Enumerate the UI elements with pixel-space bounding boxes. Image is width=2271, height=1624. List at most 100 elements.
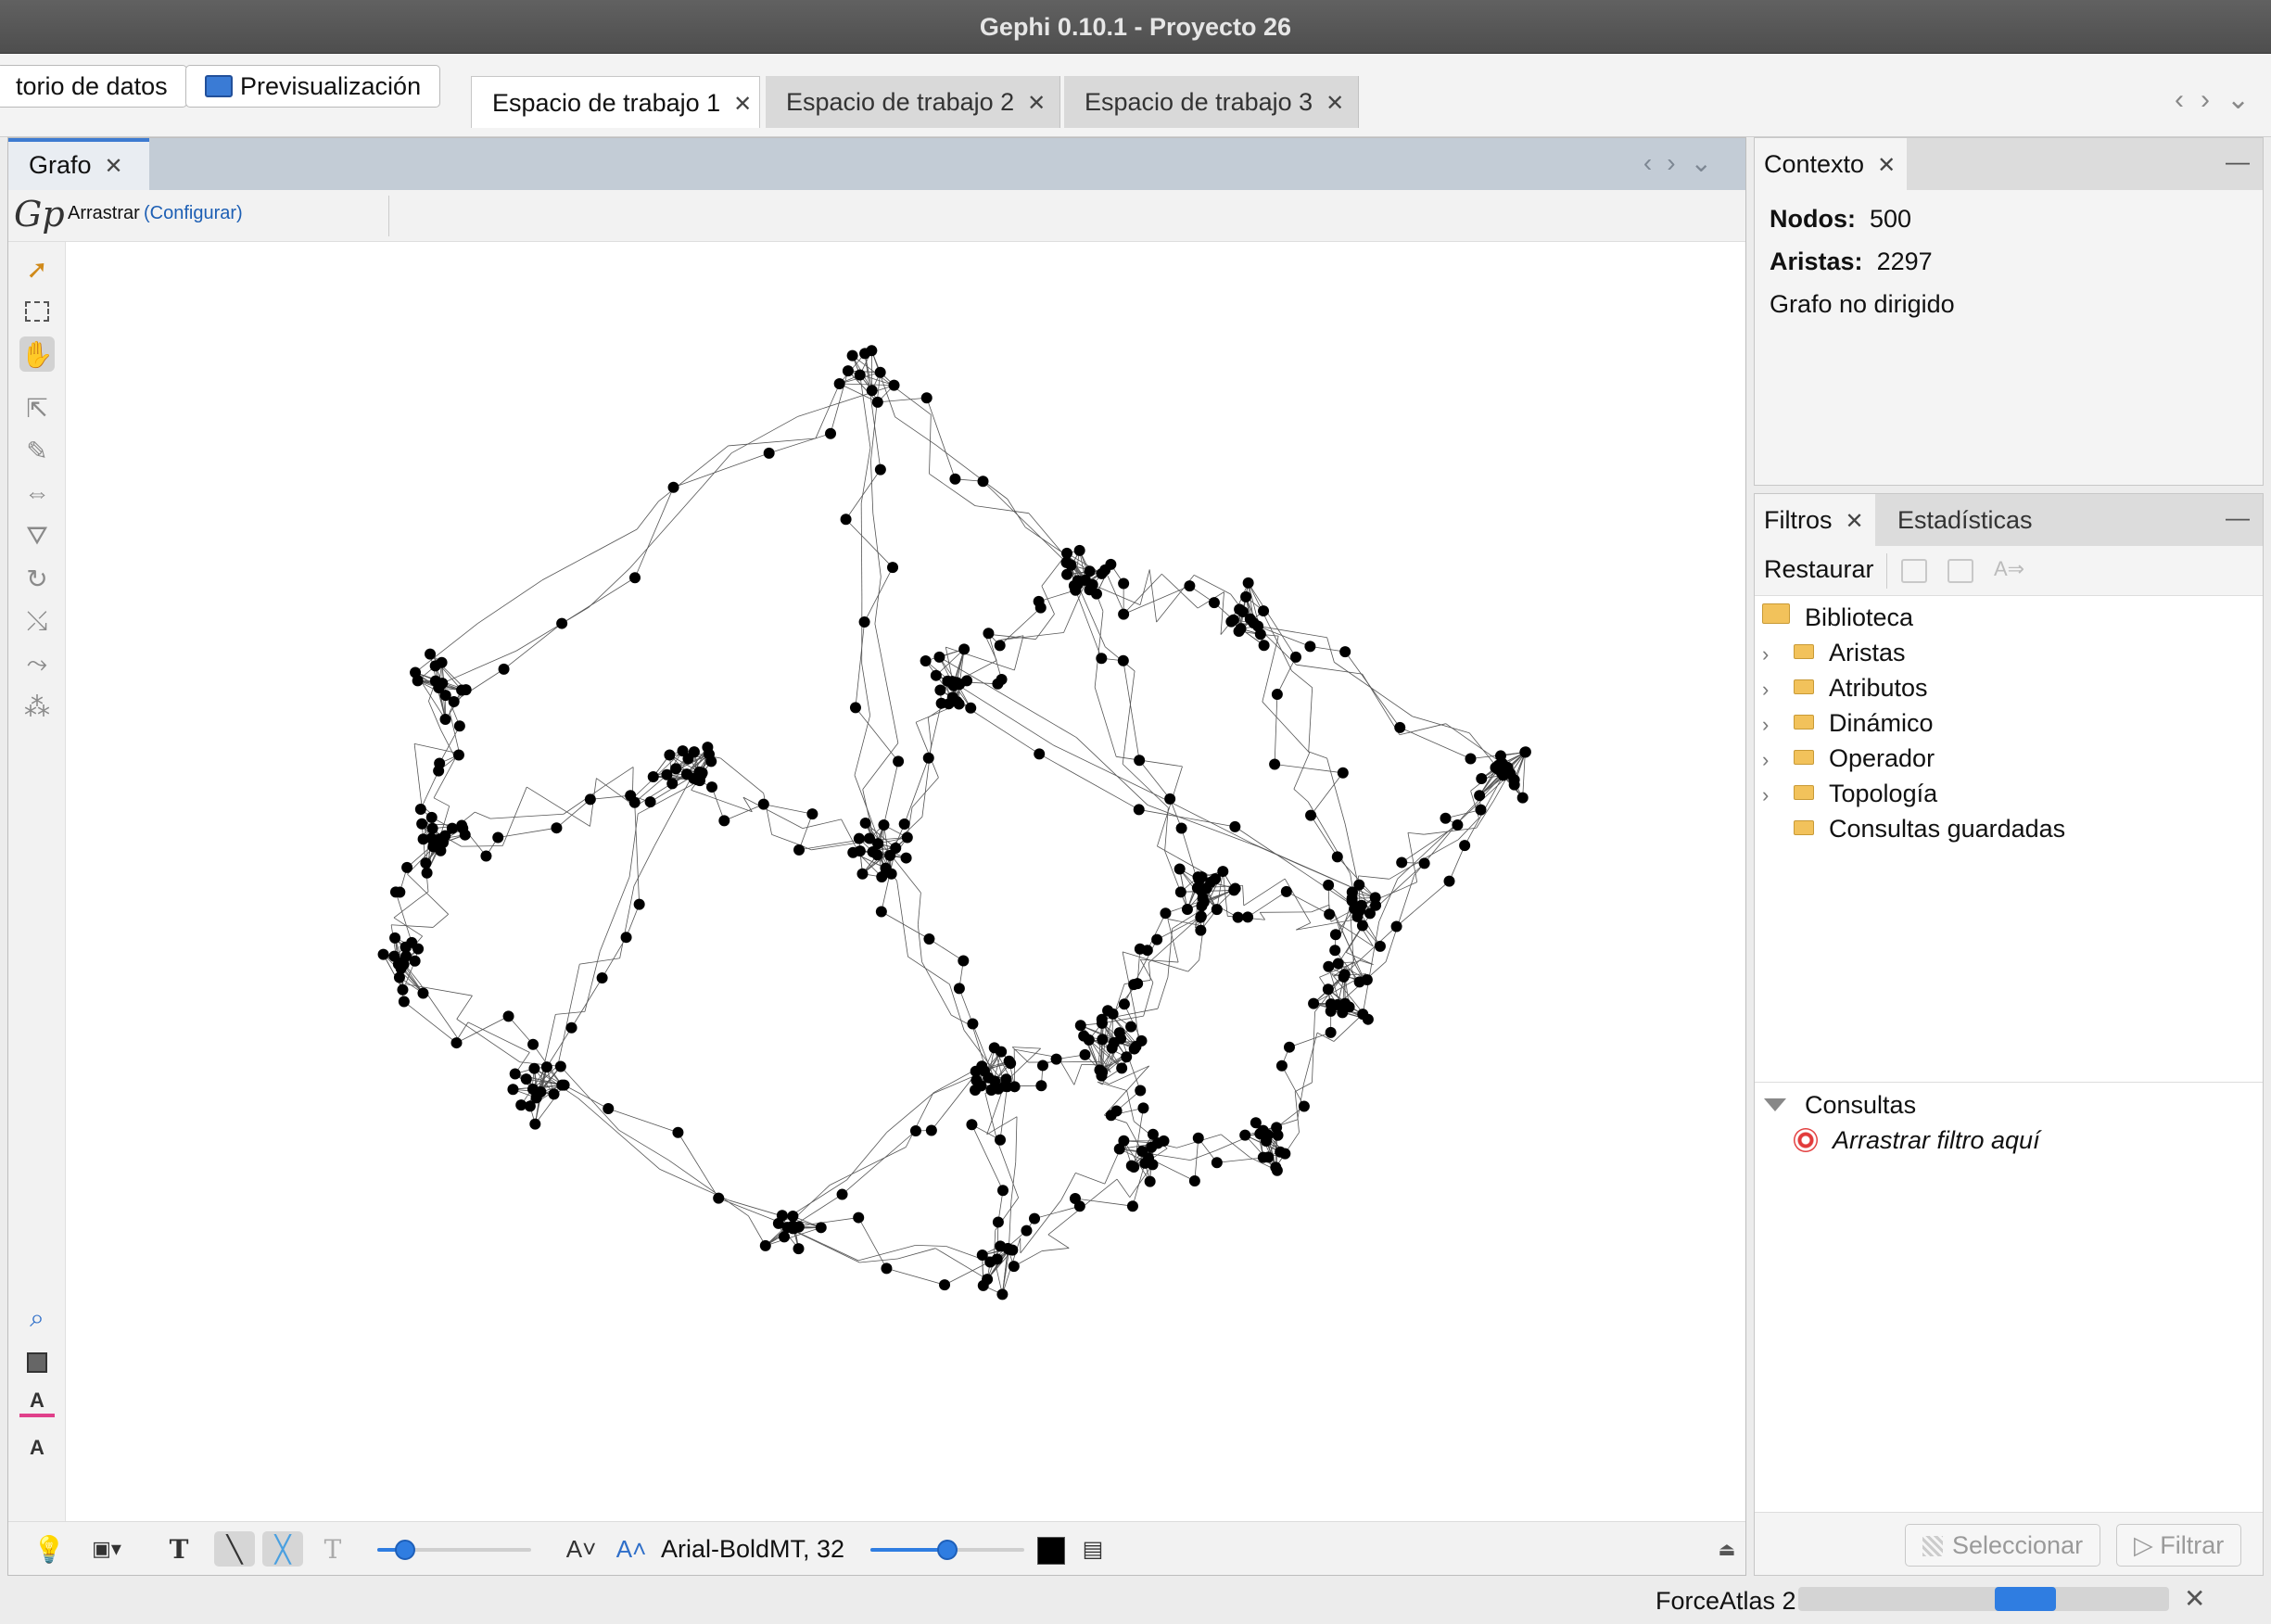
graph-node[interactable] <box>1060 556 1072 568</box>
graph-node[interactable] <box>1331 851 1343 863</box>
show-labels-icon[interactable]: T <box>160 1531 197 1567</box>
expand-toolbar-icon[interactable]: ⏏ <box>1714 1531 1740 1567</box>
library-item-dynamic[interactable]: › Dinámico <box>1762 709 1934 738</box>
graph-node[interactable] <box>1192 1132 1204 1144</box>
graph-node[interactable] <box>644 796 656 808</box>
graph-node[interactable] <box>1516 792 1529 804</box>
graph-node[interactable] <box>492 831 504 844</box>
edge-color-icon[interactable]: ╳ <box>262 1531 303 1567</box>
cancel-layout-icon[interactable]: ✕ <box>2184 1583 2205 1614</box>
pointer-arrow-icon[interactable]: ➚ <box>19 251 55 286</box>
library-item-attributes[interactable]: › Atributos <box>1762 674 1928 703</box>
graph-node[interactable] <box>661 768 673 780</box>
graph-node[interactable] <box>920 654 932 666</box>
filter-button[interactable]: ▷ Filtrar <box>2116 1524 2242 1567</box>
graph-node[interactable] <box>1338 971 1350 983</box>
graph-node[interactable] <box>551 822 563 834</box>
graph-node[interactable] <box>976 1249 988 1261</box>
font-size-up-icon[interactable]: A˄ <box>615 1531 648 1567</box>
graph-node[interactable] <box>1005 1058 1017 1070</box>
graph-node[interactable] <box>1272 1129 1284 1141</box>
graph-node[interactable] <box>1284 1041 1296 1053</box>
graph-node[interactable] <box>978 1065 990 1077</box>
graph-node[interactable] <box>664 749 676 761</box>
graph-node[interactable] <box>1105 558 1117 570</box>
graph-node[interactable] <box>438 837 450 849</box>
graph-node[interactable] <box>1239 1129 1251 1141</box>
graph-node[interactable] <box>1304 641 1316 653</box>
graph-node[interactable] <box>704 748 716 760</box>
graph-node[interactable] <box>1136 1034 1148 1047</box>
graph-node[interactable] <box>425 832 438 844</box>
graph-node[interactable] <box>1126 1200 1138 1212</box>
graph-node[interactable] <box>1121 1051 1133 1063</box>
slider-knob[interactable] <box>394 1540 415 1560</box>
graph-node[interactable] <box>1191 882 1203 894</box>
tab-statistics[interactable]: Estadísticas <box>1879 494 2044 546</box>
graph-node[interactable] <box>460 684 472 696</box>
font-size-down-icon[interactable]: A˅ <box>565 1531 598 1567</box>
graph-node[interactable] <box>900 852 912 864</box>
graph-node[interactable] <box>1332 958 1344 970</box>
graph-node[interactable] <box>995 1134 1007 1146</box>
graph-node[interactable] <box>452 749 464 761</box>
graph-node[interactable] <box>853 1212 865 1224</box>
graph-node[interactable] <box>1118 577 1130 590</box>
graph-node[interactable] <box>1418 857 1430 869</box>
graph-node[interactable] <box>996 1046 1008 1058</box>
graph-node[interactable] <box>1195 924 1207 936</box>
graph-node[interactable] <box>874 366 886 378</box>
graph-node[interactable] <box>1050 1053 1062 1065</box>
graph-node[interactable] <box>1070 584 1082 596</box>
graph-node[interactable] <box>1390 920 1402 933</box>
graph-node[interactable] <box>1139 1157 1151 1169</box>
graph-node[interactable] <box>939 1279 951 1291</box>
graph-node[interactable] <box>996 1185 1009 1197</box>
graph-node[interactable] <box>1233 626 1245 638</box>
graph-node[interactable] <box>417 987 429 999</box>
graph-node[interactable] <box>977 476 989 488</box>
graph-node[interactable] <box>958 643 971 655</box>
library-item-edges[interactable]: › Aristas <box>1762 639 1906 667</box>
graph-node[interactable] <box>1396 856 1408 869</box>
graph-node[interactable] <box>878 819 890 831</box>
calculator-icon[interactable]: ▤ <box>1076 1531 1110 1567</box>
graph-node[interactable] <box>992 678 1004 690</box>
graph-node[interactable] <box>377 948 389 960</box>
graph-node[interactable] <box>540 1061 552 1073</box>
tab-workspace-3[interactable]: Espacio de trabajo 3 ✕ <box>1064 76 1359 128</box>
graph-node[interactable] <box>887 562 899 574</box>
minimize-icon[interactable]: — <box>2226 147 2250 176</box>
graph-node[interactable] <box>647 770 659 782</box>
graph-node[interactable] <box>1008 1261 1020 1273</box>
graph-node[interactable] <box>1279 1148 1291 1160</box>
graph-node[interactable] <box>1459 840 1471 852</box>
graph-node[interactable] <box>705 781 717 793</box>
graph-node[interactable] <box>842 365 854 377</box>
graph-node[interactable] <box>1034 602 1047 614</box>
graph-node[interactable] <box>1174 863 1186 875</box>
graph-node[interactable] <box>628 572 641 584</box>
graph-node[interactable] <box>1227 614 1239 626</box>
data-laboratory-button[interactable]: torio de datos <box>0 65 187 108</box>
graph-node[interactable] <box>1343 1001 1355 1013</box>
graph-node[interactable] <box>1096 1013 1108 1025</box>
graph-node[interactable] <box>1280 885 1292 897</box>
graph-node[interactable] <box>776 1210 788 1222</box>
graph-node[interactable] <box>759 1239 771 1251</box>
library-item-operator[interactable]: › Operador <box>1762 744 1935 773</box>
graph-node[interactable] <box>450 1037 463 1049</box>
edge-labels-icon[interactable]: T <box>314 1531 351 1567</box>
configure-link[interactable]: (Configurar) <box>144 203 243 224</box>
graph-node[interactable] <box>1105 1110 1117 1122</box>
graph-node[interactable] <box>909 1125 921 1137</box>
chevron-left-icon[interactable]: ‹ <box>1643 148 1667 177</box>
lightbulb-icon[interactable]: 💡 <box>32 1531 66 1567</box>
graph-node[interactable] <box>1117 654 1129 666</box>
graph-node[interactable] <box>884 849 896 861</box>
graph-node[interactable] <box>871 396 883 408</box>
shortest-path-icon[interactable]: ⤳ <box>19 646 55 681</box>
graph-node[interactable] <box>1079 1048 1091 1060</box>
graph-node[interactable] <box>1146 1141 1158 1153</box>
graph-node[interactable] <box>1135 1085 1147 1097</box>
